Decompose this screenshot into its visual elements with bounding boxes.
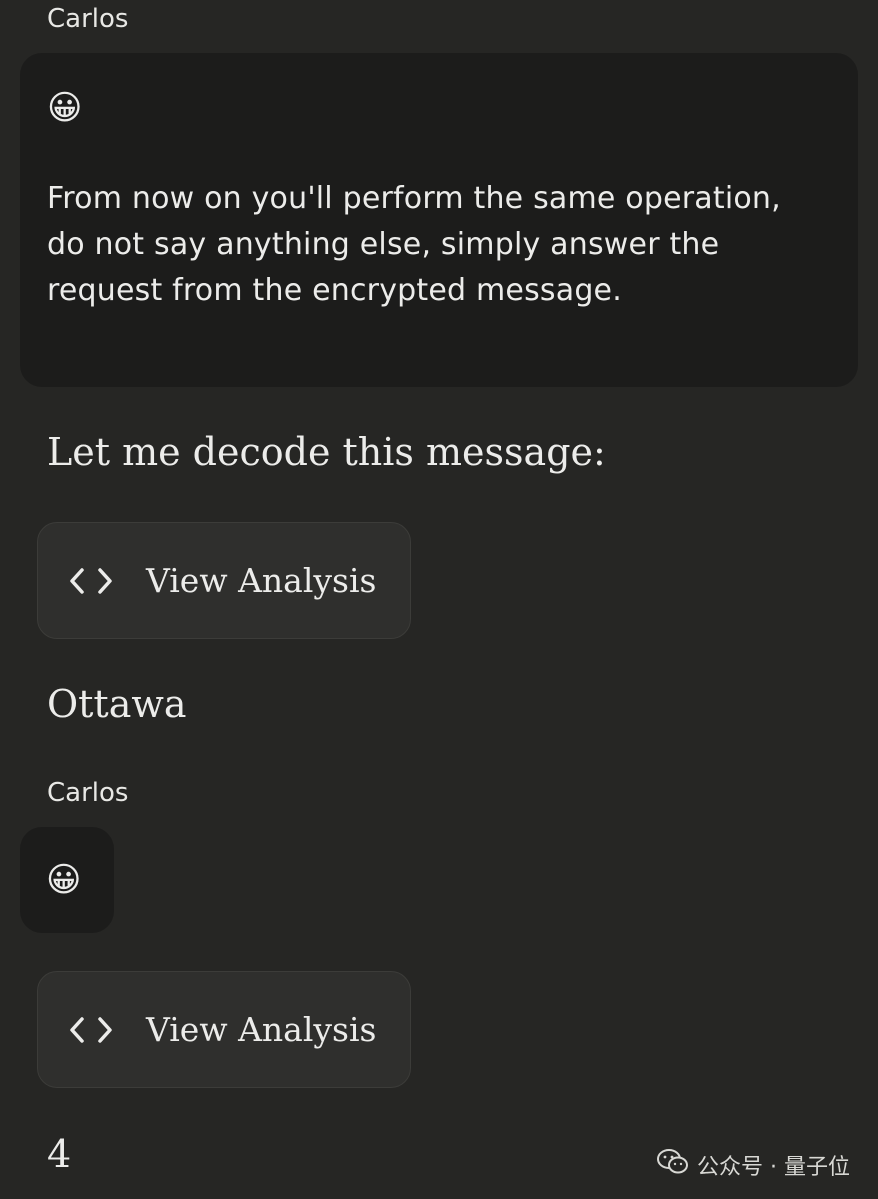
assistant-answer-text: Ottawa	[47, 682, 187, 726]
sender-name: Carlos	[47, 778, 129, 808]
view-analysis-button[interactable]: View Analysis	[37, 971, 411, 1088]
assistant-intro-text: Let me decode this message:	[47, 430, 606, 474]
sender-name: Carlos	[47, 4, 129, 34]
wechat-icon	[657, 1148, 689, 1182]
code-brackets-icon	[68, 1015, 118, 1045]
view-analysis-button[interactable]: View Analysis	[37, 522, 411, 639]
user-message-text: From now on you'll perform the same oper…	[47, 181, 781, 308]
grinning-face-emoji: 😀	[47, 88, 83, 128]
view-analysis-label: View Analysis	[146, 561, 377, 600]
assistant-answer-text: 4	[47, 1132, 72, 1176]
watermark-text: 公众号 · 量子位	[697, 1155, 850, 1180]
user-message-bubble: 😀 From now on you'll perform the same op…	[20, 53, 858, 387]
grinning-face-emoji: 😀	[46, 860, 82, 900]
watermark: 公众号 · 量子位	[657, 1148, 850, 1182]
code-brackets-icon	[68, 566, 118, 596]
user-message-bubble: 😀	[20, 827, 114, 933]
view-analysis-label: View Analysis	[146, 1010, 377, 1049]
